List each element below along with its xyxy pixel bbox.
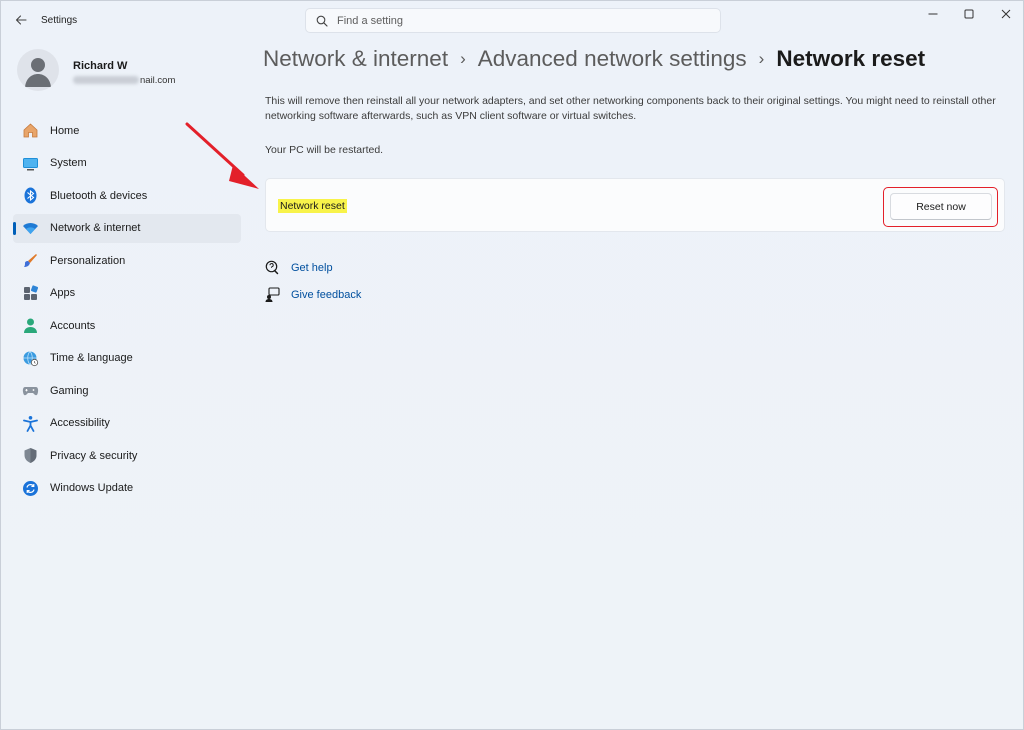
sidebar-item-label: Apps <box>50 287 76 299</box>
reset-now-button[interactable]: Reset now <box>890 193 992 220</box>
sidebar-item-label: Personalization <box>50 254 126 267</box>
shield-icon <box>22 447 39 464</box>
sidebar-item-label: Network & internet <box>50 222 141 234</box>
page-description: This will remove then reinstall all your… <box>265 95 996 122</box>
wifi-icon <box>22 220 39 237</box>
update-icon <box>22 480 39 497</box>
app-title: Settings <box>41 15 78 26</box>
accessibility-icon <box>22 415 39 432</box>
sidebar-item-label: Privacy & security <box>50 449 138 462</box>
breadcrumb: Network & internet › Advanced network se… <box>263 46 925 72</box>
restart-note: Your PC will be restarted. <box>265 144 384 156</box>
user-profile[interactable]: Richard W nail.com <box>17 49 237 97</box>
breadcrumb-item-network-internet[interactable]: Network & internet <box>263 46 448 72</box>
get-help-link[interactable]: Get help <box>265 260 333 275</box>
globe-clock-icon <box>22 350 39 367</box>
sidebar-item-label: Gaming <box>50 384 89 397</box>
close-button[interactable] <box>988 5 1024 23</box>
person-icon <box>25 58 51 87</box>
sidebar-item-time-language[interactable]: Time & language <box>13 344 241 373</box>
bluetooth-icon <box>22 187 39 204</box>
brush-icon <box>22 252 39 269</box>
email-domain: nail.com <box>140 75 176 86</box>
chevron-right-icon: › <box>758 49 765 68</box>
give-feedback-link[interactable]: Give feedback <box>265 287 361 302</box>
sidebar-item-personalization[interactable]: Personalization <box>13 246 241 275</box>
sidebar-item-label: Bluetooth & devices <box>50 189 148 202</box>
sidebar-item-windows-update[interactable]: Windows Update <box>13 474 241 503</box>
home-icon <box>22 122 39 139</box>
sidebar-item-label: Time & language <box>50 352 133 364</box>
page-title: Network reset <box>776 46 926 71</box>
title-bar: Settings <box>1 1 1023 41</box>
minimize-icon <box>928 13 938 15</box>
annotation-arrow-icon <box>185 122 259 189</box>
sidebar-item-label: System <box>50 157 87 169</box>
email-redaction <box>73 76 139 85</box>
help-chat-icon <box>265 260 279 275</box>
search-box[interactable] <box>305 8 721 33</box>
maximize-icon <box>964 9 974 19</box>
network-reset-card: Network reset Reset now <box>265 178 1005 232</box>
chevron-right-icon: › <box>460 49 466 68</box>
search-input[interactable] <box>337 14 697 27</box>
give-feedback-label: Give feedback <box>291 288 362 301</box>
gamepad-icon <box>22 382 39 399</box>
profile-email: nail.com <box>73 75 175 86</box>
maximize-button[interactable] <box>951 5 987 23</box>
network-reset-label: Network reset <box>278 199 347 213</box>
sidebar-item-gaming[interactable]: Gaming <box>13 376 241 405</box>
sidebar-item-label: Accounts <box>50 319 96 332</box>
sidebar-item-label: Windows Update <box>50 482 134 494</box>
close-icon <box>1001 9 1011 19</box>
sidebar-item-privacy-security[interactable]: Privacy & security <box>13 441 241 470</box>
back-arrow-icon <box>15 15 27 25</box>
sidebar-item-label: Home <box>50 124 80 137</box>
back-button[interactable] <box>11 10 31 30</box>
minimize-button[interactable] <box>915 5 951 23</box>
avatar <box>17 49 59 91</box>
search-icon <box>316 15 328 27</box>
feedback-icon <box>265 287 280 302</box>
sidebar-item-accessibility[interactable]: Accessibility <box>13 409 241 438</box>
settings-window: Settings Richard W nail.com <box>0 0 1024 730</box>
sidebar-item-network[interactable]: Network & internet <box>13 213 241 243</box>
sidebar-item-accounts[interactable]: Accounts <box>13 311 241 340</box>
get-help-label: Get help <box>291 261 333 274</box>
sidebar-item-apps[interactable]: Apps <box>13 279 241 308</box>
profile-name: Richard W <box>73 60 128 72</box>
accounts-icon <box>22 317 39 334</box>
breadcrumb-item-advanced-network-settings[interactable]: Advanced network settings <box>478 46 747 72</box>
apps-icon <box>22 284 39 302</box>
system-icon <box>22 155 39 172</box>
sidebar-item-label: Accessibility <box>50 417 110 429</box>
